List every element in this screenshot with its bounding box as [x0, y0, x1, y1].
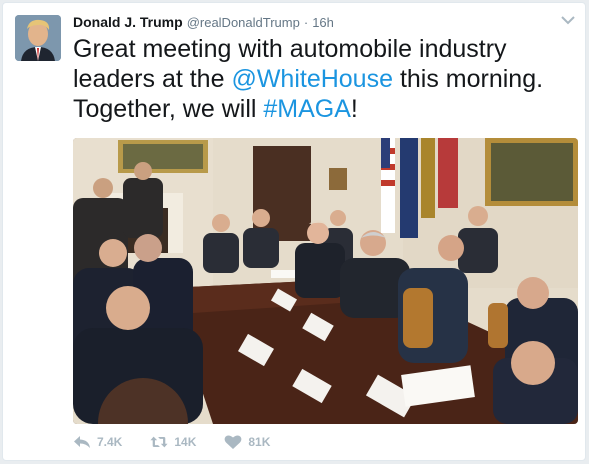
retweet-icon: [150, 436, 168, 448]
avatar[interactable]: [15, 15, 61, 61]
tweet-text: Great meeting with automobile industry l…: [73, 34, 573, 124]
author-handle[interactable]: @realDonaldTrump: [187, 15, 300, 30]
tweet-card[interactable]: Donald J. Trump @realDonaldTrump · 16h G…: [2, 2, 586, 461]
reply-button[interactable]: 7.4K: [73, 434, 122, 450]
separator: ·: [303, 15, 309, 30]
reply-icon: [74, 436, 90, 448]
like-count: 81K: [248, 435, 271, 449]
tweet-timestamp[interactable]: 16h: [312, 15, 334, 30]
reply-count: 7.4K: [97, 435, 123, 449]
hashtag-link[interactable]: #MAGA: [263, 95, 351, 123]
tweet-text-part: !: [350, 95, 358, 123]
chevron-down-icon[interactable]: [561, 15, 575, 25]
retweet-button[interactable]: 14K: [150, 434, 196, 450]
tweet-photo[interactable]: [73, 138, 578, 424]
tweet-header: Donald J. Trump @realDonaldTrump · 16h: [73, 14, 575, 34]
avatar-image: [15, 15, 61, 61]
retweet-count: 14K: [174, 435, 197, 449]
author-name[interactable]: Donald J. Trump: [73, 14, 183, 30]
like-button[interactable]: 81K: [224, 434, 270, 450]
tweet-actions: 7.4K 14K 81K: [73, 432, 298, 452]
heart-icon: [224, 435, 242, 449]
meeting-photo-image: [73, 138, 578, 424]
mention-link[interactable]: @WhiteHouse: [231, 65, 393, 93]
